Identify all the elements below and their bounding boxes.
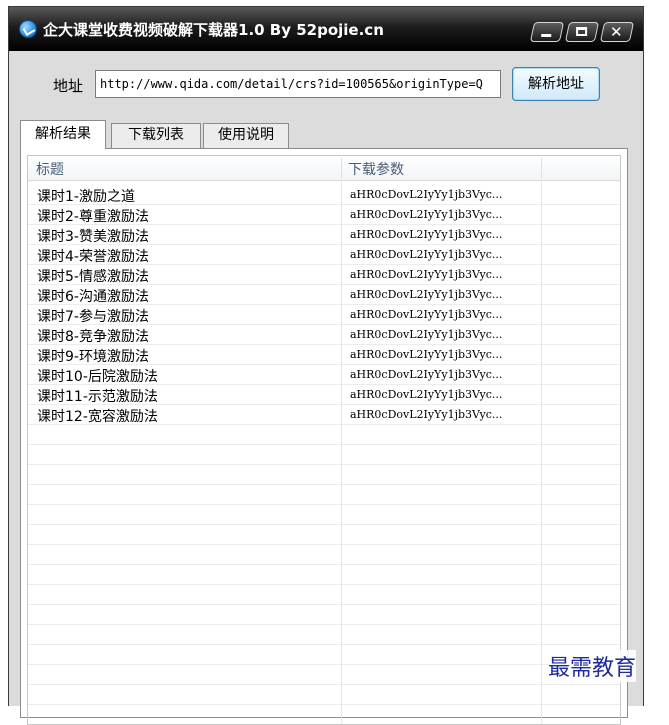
row-params: aHR0cDovL2IyYy1jb3Vyc...: [350, 328, 503, 341]
address-label: 地址: [53, 77, 84, 95]
tab-parse-results[interactable]: 解析结果: [20, 120, 106, 149]
list-row[interactable]: 课时4-荣誉激励法 aHR0cDovL2IyYy1jb3Vyc...: [28, 245, 620, 265]
header-separator[interactable]: [541, 158, 542, 178]
address-input[interactable]: http://www.qida.com/detail/crs?id=100565…: [95, 70, 501, 98]
row-params: aHR0cDovL2IyYy1jb3Vyc...: [350, 208, 503, 221]
list-row[interactable]: 课时8-竞争激励法 aHR0cDovL2IyYy1jb3Vyc...: [28, 325, 620, 345]
minimize-button[interactable]: [529, 22, 565, 42]
tab-panel: 标题 下载参数 课时1-激励之道 aHR0cDovL2IyYy1jb3Vyc...…: [20, 148, 628, 725]
list-row[interactable]: 课时7-参与激励法 aHR0cDovL2IyYy1jb3Vyc...: [28, 305, 620, 325]
row-title: 课时12-宽容激励法: [37, 409, 158, 425]
watermark-text: 最需教育: [548, 650, 637, 682]
row-title: 课时2-尊重激励法: [37, 209, 149, 225]
row-params: aHR0cDovL2IyYy1jb3Vyc...: [350, 188, 503, 201]
row-params: aHR0cDovL2IyYy1jb3Vyc...: [350, 248, 503, 261]
title-bar[interactable]: 企大课堂收费视频破解下载器1.0 By 52pojie.cn ✕: [9, 7, 643, 51]
list-row[interactable]: 课时2-尊重激励法 aHR0cDovL2IyYy1jb3Vyc...: [28, 205, 620, 225]
row-title: 课时7-参与激励法: [37, 309, 149, 325]
list-rows: 课时1-激励之道 aHR0cDovL2IyYy1jb3Vyc... 课时2-尊重激…: [28, 185, 620, 425]
maximize-icon: [576, 27, 588, 36]
row-params: aHR0cDovL2IyYy1jb3Vyc...: [350, 388, 503, 401]
column-header-title[interactable]: 标题: [36, 159, 64, 179]
maximize-button[interactable]: [564, 22, 600, 42]
list-row[interactable]: 课时9-环境激励法 aHR0cDovL2IyYy1jb3Vyc...: [28, 345, 620, 365]
list-row[interactable]: 课时3-赞美激励法 aHR0cDovL2IyYy1jb3Vyc...: [28, 225, 620, 245]
parse-address-button[interactable]: 解析地址: [512, 67, 600, 101]
column-header-params[interactable]: 下载参数: [348, 159, 404, 179]
list-row[interactable]: 课时1-激励之道 aHR0cDovL2IyYy1jb3Vyc...: [28, 185, 620, 205]
app-logo-icon: [19, 20, 37, 38]
list-row[interactable]: 课时6-沟通激励法 aHR0cDovL2IyYy1jb3Vyc...: [28, 285, 620, 305]
row-params: aHR0cDovL2IyYy1jb3Vyc...: [350, 368, 503, 381]
row-params: aHR0cDovL2IyYy1jb3Vyc...: [350, 308, 503, 321]
row-params: aHR0cDovL2IyYy1jb3Vyc...: [350, 348, 503, 361]
row-title: 课时3-赞美激励法: [37, 229, 149, 245]
row-title: 课时6-沟通激励法: [37, 289, 149, 305]
row-params: aHR0cDovL2IyYy1jb3Vyc...: [350, 288, 503, 301]
close-icon: ✕: [610, 23, 623, 41]
close-button[interactable]: ✕: [599, 22, 635, 42]
row-title: 课时4-荣誉激励法: [37, 249, 149, 265]
minimize-icon: [541, 34, 552, 37]
tab-instructions[interactable]: 使用说明: [203, 123, 289, 148]
window-title: 企大课堂收费视频破解下载器1.0 By 52pojie.cn: [43, 21, 384, 39]
list-row[interactable]: 课时10-后院激励法 aHR0cDovL2IyYy1jb3Vyc...: [28, 365, 620, 385]
header-separator[interactable]: [341, 158, 342, 178]
list-row[interactable]: 课时12-宽容激励法 aHR0cDovL2IyYy1jb3Vyc...: [28, 405, 620, 425]
row-title: 课时8-竞争激励法: [37, 329, 149, 345]
row-title: 课时5-情感激励法: [37, 269, 149, 285]
row-title: 课时11-示范激励法: [37, 389, 158, 405]
list-row[interactable]: 课时5-情感激励法 aHR0cDovL2IyYy1jb3Vyc...: [28, 265, 620, 285]
row-title: 课时9-环境激励法: [37, 349, 149, 365]
row-title: 课时10-后院激励法: [37, 369, 158, 385]
row-params: aHR0cDovL2IyYy1jb3Vyc...: [350, 268, 503, 281]
list-row[interactable]: 课时11-示范激励法 aHR0cDovL2IyYy1jb3Vyc...: [28, 385, 620, 405]
results-list[interactable]: 标题 下载参数 课时1-激励之道 aHR0cDovL2IyYy1jb3Vyc...…: [27, 155, 621, 725]
list-header: 标题 下载参数: [28, 156, 620, 181]
tab-download-list[interactable]: 下载列表: [111, 123, 201, 148]
row-params: aHR0cDovL2IyYy1jb3Vyc...: [350, 408, 503, 421]
main-window: 企大课堂收费视频破解下载器1.0 By 52pojie.cn ✕ 地址 http…: [8, 6, 644, 725]
row-params: aHR0cDovL2IyYy1jb3Vyc...: [350, 228, 503, 241]
row-title: 课时1-激励之道: [37, 189, 135, 205]
